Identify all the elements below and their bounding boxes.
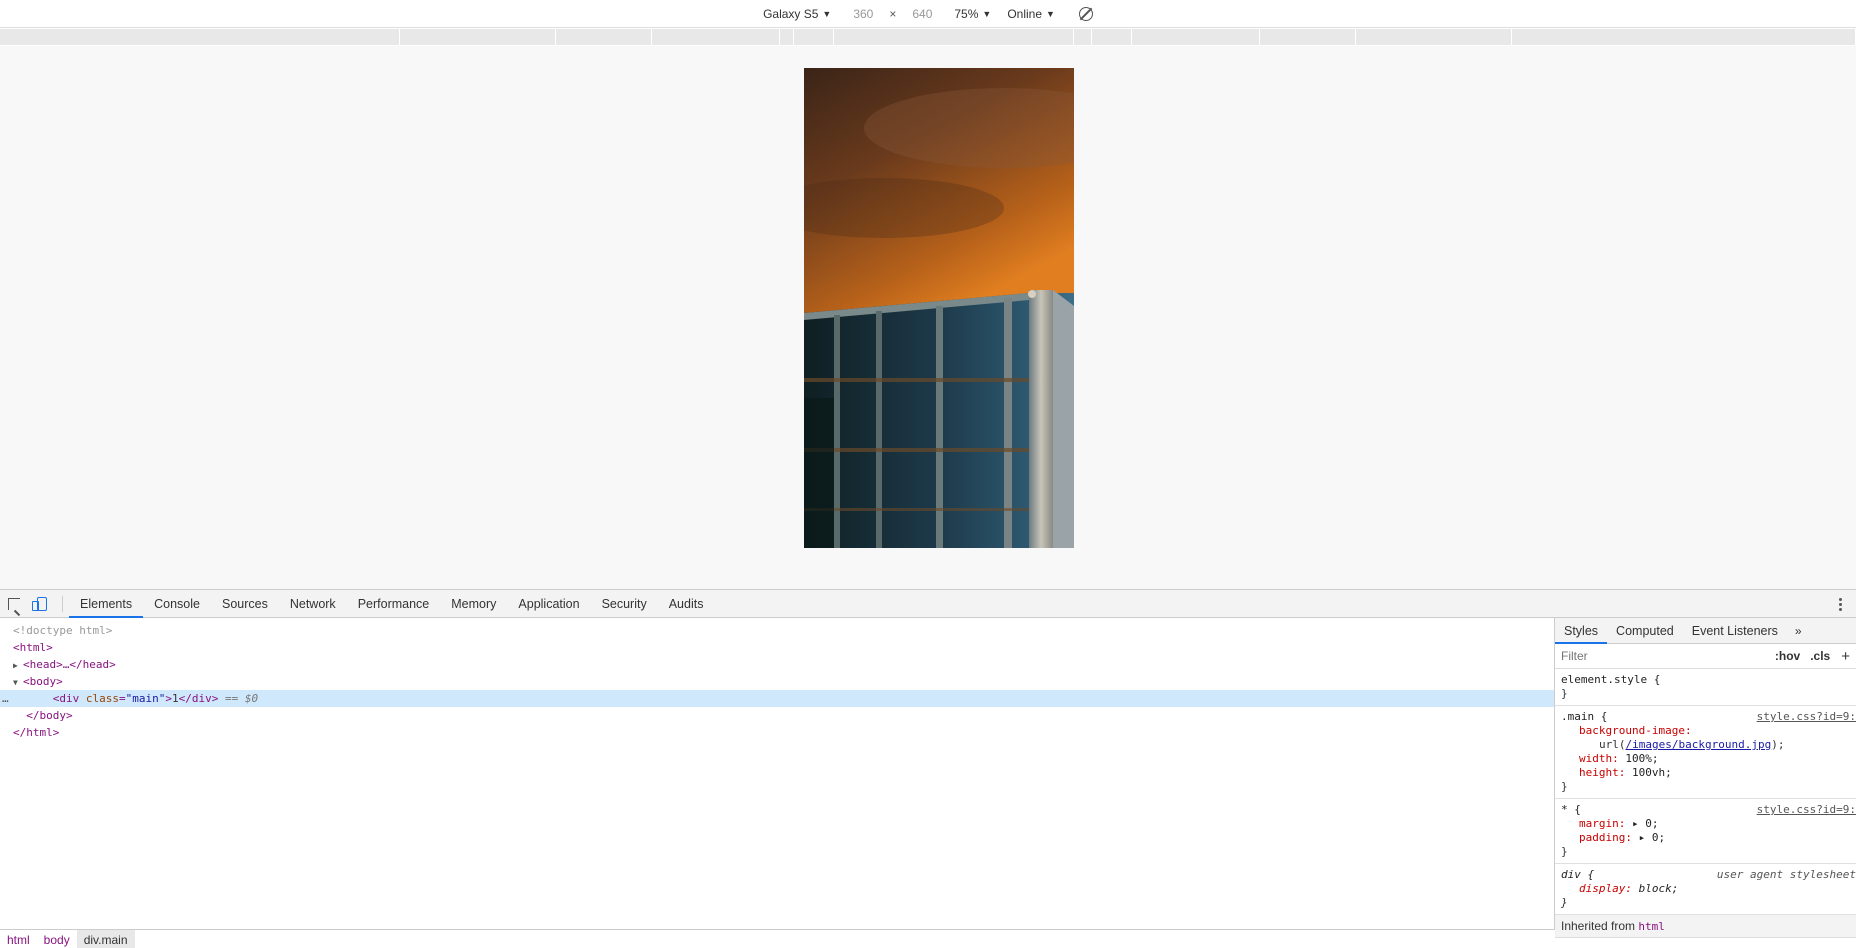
prop-height[interactable]: height: 100vh; (1561, 766, 1850, 780)
throttle-select[interactable]: Online ▼ (999, 0, 1063, 28)
chevron-down-icon: ▼ (1046, 8, 1055, 19)
cls-button[interactable]: .cls (1805, 649, 1835, 663)
breadcrumb-html[interactable]: html (0, 930, 37, 948)
chevron-down-icon: ▼ (982, 8, 992, 19)
rotate-button[interactable] (1063, 0, 1101, 28)
dom-node-html[interactable]: <html> (0, 639, 1554, 656)
prop-background-image[interactable]: background-image: (1561, 724, 1850, 738)
tab-memory[interactable]: Memory (440, 590, 507, 618)
device-toolbar: Galaxy S5 ▼ 360 × 640 75% ▼ Online ▼ (0, 0, 1856, 28)
breadcrumb-div-main[interactable]: div.main (76, 929, 135, 948)
styles-sidebar: Styles Computed Event Listeners » :hov .… (1555, 618, 1856, 948)
zoom-level: 75% (954, 6, 979, 21)
more-tabs-icon[interactable]: » (1787, 624, 1802, 638)
inherited-from-header: Inherited from html (1555, 915, 1856, 938)
tab-sources[interactable]: Sources (211, 590, 279, 618)
width-input[interactable]: 360 (843, 7, 883, 21)
dom-node-body-close[interactable]: </body> (0, 707, 1554, 724)
expand-triangle-icon[interactable]: ▶ (13, 657, 23, 674)
dots-icon[interactable]: … (2, 690, 9, 707)
user-agent-label: user agent stylesheet (1716, 868, 1856, 881)
elements-tree: <!doctype html> <html> ▶ <head>…</head> ▼… (0, 618, 1555, 948)
tab-event-listeners[interactable]: Event Listeners (1683, 618, 1787, 644)
tab-elements[interactable]: Elements (69, 590, 144, 618)
star-source-link[interactable]: style.css?id=9: (1757, 803, 1856, 817)
tab-console[interactable]: Console (143, 590, 211, 618)
tab-performance[interactable]: Performance (347, 590, 441, 618)
hov-button[interactable]: :hov (1770, 649, 1805, 663)
device-name: Galaxy S5 (763, 6, 819, 21)
inherited-html-link[interactable]: html (1638, 920, 1665, 933)
dom-node-html-close[interactable]: </html> (0, 724, 1554, 741)
tab-network[interactable]: Network (279, 590, 347, 618)
background-url-link[interactable]: /images/background.jpg (1626, 738, 1772, 751)
rule-element-style[interactable]: element.style { } (1555, 669, 1856, 706)
filter-row: :hov .cls + (1555, 644, 1856, 669)
devtools-tabbar: Elements Console Sources Network Perform… (0, 590, 1856, 618)
dom-node-body[interactable]: ▼ <body> (0, 673, 1554, 690)
rule-main[interactable]: style.css?id=9: .main { background-image… (1555, 706, 1856, 799)
dom-node-div-main[interactable]: … <div class="main">1</div> == $0 (0, 690, 1554, 707)
rule-div-user-agent[interactable]: user agent stylesheet div { display: blo… (1555, 864, 1856, 915)
prop-margin[interactable]: margin: ▸ 0; (1561, 817, 1850, 831)
prop-padding[interactable]: padding: ▸ 0; (1561, 831, 1850, 845)
tab-audits[interactable]: Audits (658, 590, 715, 618)
background-image (804, 68, 1074, 548)
device-select[interactable]: Galaxy S5 ▼ (755, 0, 839, 28)
zoom-select[interactable]: 75% ▼ (946, 0, 999, 28)
more-options-icon[interactable] (1830, 594, 1850, 614)
rule-universal[interactable]: style.css?id=9: * { margin: ▸ 0; padding… (1555, 799, 1856, 864)
height-input[interactable]: 640 (902, 7, 942, 21)
devtools-panel: Elements Console Sources Network Perform… (0, 589, 1856, 948)
prop-width[interactable]: width: 100%; (1561, 752, 1850, 766)
collapse-triangle-icon[interactable]: ▼ (13, 674, 23, 691)
tab-security[interactable]: Security (591, 590, 658, 618)
new-rule-button[interactable]: + (1835, 648, 1850, 665)
device-viewport (0, 46, 1856, 589)
dom-node-head[interactable]: ▶ <head>…</head> (0, 656, 1554, 673)
device-toggle-button[interactable] (28, 590, 56, 618)
throttle-value: Online (1007, 6, 1042, 21)
tab-computed[interactable]: Computed (1607, 618, 1683, 644)
media-query-bar[interactable] (0, 29, 1856, 45)
styles-tabbar: Styles Computed Event Listeners » (1555, 618, 1856, 644)
breadcrumb: html body div.main (0, 929, 1555, 948)
chevron-down-icon: ▼ (822, 8, 832, 19)
main-source-link[interactable]: style.css?id=9: (1757, 710, 1856, 724)
times-sign: × (889, 6, 897, 21)
dom-node-doctype[interactable]: <!doctype html> (0, 622, 1554, 639)
breadcrumb-body[interactable]: body (37, 930, 77, 948)
tab-application[interactable]: Application (507, 590, 590, 618)
inspect-element-button[interactable] (0, 590, 28, 618)
styles-filter-input[interactable] (1561, 649, 1770, 663)
prop-display: display: block; (1579, 882, 1679, 895)
tab-styles[interactable]: Styles (1555, 618, 1608, 644)
device-mode-icon (32, 596, 47, 611)
page-preview[interactable] (804, 68, 1074, 548)
cursor-select-icon (8, 597, 20, 610)
rotate-icon (1078, 6, 1093, 21)
